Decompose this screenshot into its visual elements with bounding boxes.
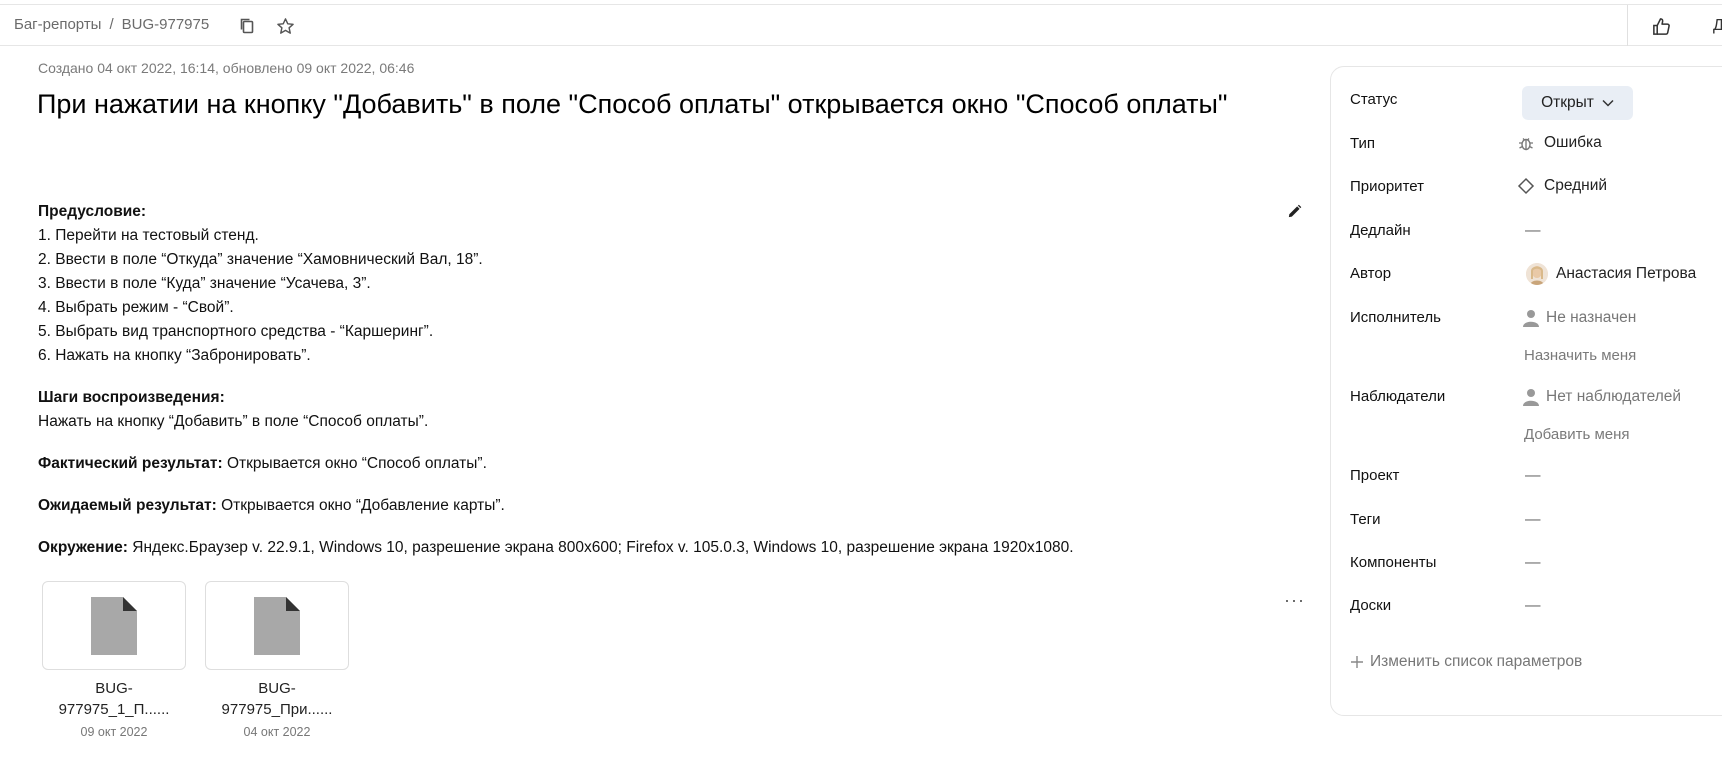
attachment-name: BUG- 977975_При...... [205, 678, 349, 720]
type-value[interactable]: Ошибка [1517, 134, 1602, 152]
assign-me-link[interactable]: Назначить меня [1524, 347, 1636, 364]
attachment-item[interactable]: BUG- 977975_1_П...... 09 окт 2022 [42, 581, 186, 739]
status-value: Открыт [1541, 94, 1594, 111]
actual-result: Фактический результат: Открывается окно … [38, 452, 1268, 476]
watchers-value[interactable]: Нет наблюдателей [1523, 388, 1681, 406]
truncated-toolbar-button[interactable]: Д [1713, 17, 1722, 35]
file-thumbnail[interactable] [42, 581, 186, 670]
add-me-watcher-link[interactable]: Добавить меня [1524, 426, 1630, 443]
components-label: Компоненты [1350, 554, 1437, 571]
person-icon [1523, 310, 1539, 327]
issue-description: Предусловие: 1. Перейти на тестовый стен… [38, 200, 1268, 560]
precondition-heading-text: Предусловие: [38, 203, 147, 220]
breadcrumb: Баг-репорты / BUG-977975 [14, 16, 209, 33]
attachment-name: BUG- 977975_1_П...... [42, 678, 186, 720]
components-value[interactable]: — [1525, 554, 1541, 572]
priority-label: Приоритет [1350, 178, 1424, 195]
environment: Окружение: Яндекс.Браузер v. 22.9.1, Win… [38, 536, 1268, 560]
priority-value-text: Средний [1544, 177, 1608, 194]
precondition-step-6: 6. Нажать на кнопку “Забронировать”. [38, 347, 311, 364]
project-value[interactable]: — [1525, 467, 1541, 485]
created-updated-meta: Создано 04 окт 2022, 16:14, обновлено 09… [38, 60, 415, 76]
type-value-text: Ошибка [1544, 134, 1602, 151]
top-bar: Баг-репорты / BUG-977975 Д [0, 4, 1722, 46]
breadcrumb-parent-link[interactable]: Баг-репорты [14, 16, 101, 33]
attachment-name-line2: 977975_При...... [221, 701, 333, 718]
toolbar-divider [1627, 5, 1628, 46]
watchers-value-text: Нет наблюдателей [1546, 388, 1682, 405]
type-label: Тип [1350, 135, 1376, 152]
chevron-down-icon [1602, 99, 1614, 107]
environment-text: Яндекс.Браузер v. 22.9.1, Windows 10, ра… [127, 539, 1074, 556]
bug-icon [1519, 138, 1533, 151]
priority-value[interactable]: Средний [1517, 177, 1607, 195]
tags-label: Теги [1350, 511, 1381, 528]
steps-heading-text: Шаги воспроизведения: [38, 389, 225, 406]
plus-icon [1351, 656, 1363, 668]
precondition-step-2: 2. Ввести в поле “Откуда” значение “Хамо… [38, 251, 483, 268]
person-icon [1523, 389, 1539, 406]
deadline-value[interactable]: — [1525, 222, 1541, 240]
more-options-icon[interactable]: ··· [1284, 590, 1305, 611]
assignee-label: Исполнитель [1350, 309, 1441, 326]
watchers-label: Наблюдатели [1350, 388, 1446, 405]
actual-result-text: Открывается окно “Способ оплаты”. [222, 455, 487, 472]
breadcrumb-separator: / [109, 16, 114, 33]
like-icon[interactable] [1651, 16, 1671, 36]
file-icon [91, 596, 137, 655]
boards-value[interactable]: — [1525, 597, 1541, 615]
attachment-item[interactable]: BUG- 977975_При...... 04 окт 2022 [205, 581, 349, 739]
avatar [1526, 263, 1548, 285]
status-label: Статус [1350, 91, 1398, 108]
attachment-name-line1: BUG- [258, 680, 296, 697]
deadline-label: Дедлайн [1350, 222, 1411, 239]
expected-result-label: Ожидаемый результат: [38, 497, 217, 514]
precondition-step-4: 4. Выбрать режим - “Свой”. [38, 299, 234, 316]
precondition-step-5: 5. Выбрать вид транспортного средства - … [38, 323, 434, 340]
attachment-name-line2: 977975_1_П...... [58, 701, 170, 718]
diamond-priority-icon [1517, 177, 1535, 195]
copy-icon[interactable] [238, 17, 258, 37]
star-icon[interactable] [276, 17, 296, 37]
expected-result: Ожидаемый результат: Открывается окно “Д… [38, 494, 1268, 518]
assignee-value[interactable]: Не назначен [1523, 309, 1636, 327]
attachment-date: 04 окт 2022 [243, 725, 311, 739]
project-label: Проект [1350, 467, 1400, 484]
actual-result-label: Фактический результат: [38, 455, 223, 472]
author-name: Анастасия Петрова [1556, 265, 1697, 282]
boards-label: Доски [1350, 597, 1392, 614]
edit-pencil-icon[interactable] [1286, 203, 1304, 221]
assignee-value-text: Не назначен [1546, 309, 1637, 326]
edit-parameters-button[interactable]: Изменить список параметров [1350, 653, 1582, 671]
file-thumbnail[interactable] [205, 581, 349, 670]
breadcrumb-issue-key[interactable]: BUG-977975 [122, 16, 210, 33]
attachment-date: 09 окт 2022 [80, 725, 148, 739]
author-label: Автор [1350, 265, 1392, 282]
attachment-name-line1: BUG- [95, 680, 133, 697]
environment-label: Окружение: [38, 539, 128, 556]
issue-title: При нажатии на кнопку "Добавить" в поле … [37, 89, 1228, 119]
precondition-step-3: 3. Ввести в поле “Куда” значение “Усачев… [38, 275, 371, 292]
tags-value[interactable]: — [1525, 511, 1541, 529]
precondition-heading: Предусловие: [38, 200, 1268, 224]
file-icon [254, 596, 300, 655]
precondition-step-1: 1. Перейти на тестовый стенд. [38, 227, 259, 244]
status-dropdown[interactable]: Открыт [1522, 86, 1633, 120]
steps-text: Нажать на кнопку “Добавить” в поле “Спос… [38, 413, 429, 430]
edit-parameters-label: Изменить список параметров [1370, 653, 1583, 670]
expected-result-text: Открывается окно “Добавление карты”. [216, 497, 505, 514]
steps-heading: Шаги воспроизведения: [38, 386, 1268, 410]
author-value[interactable]: Анастасия Петрова [1526, 263, 1696, 285]
